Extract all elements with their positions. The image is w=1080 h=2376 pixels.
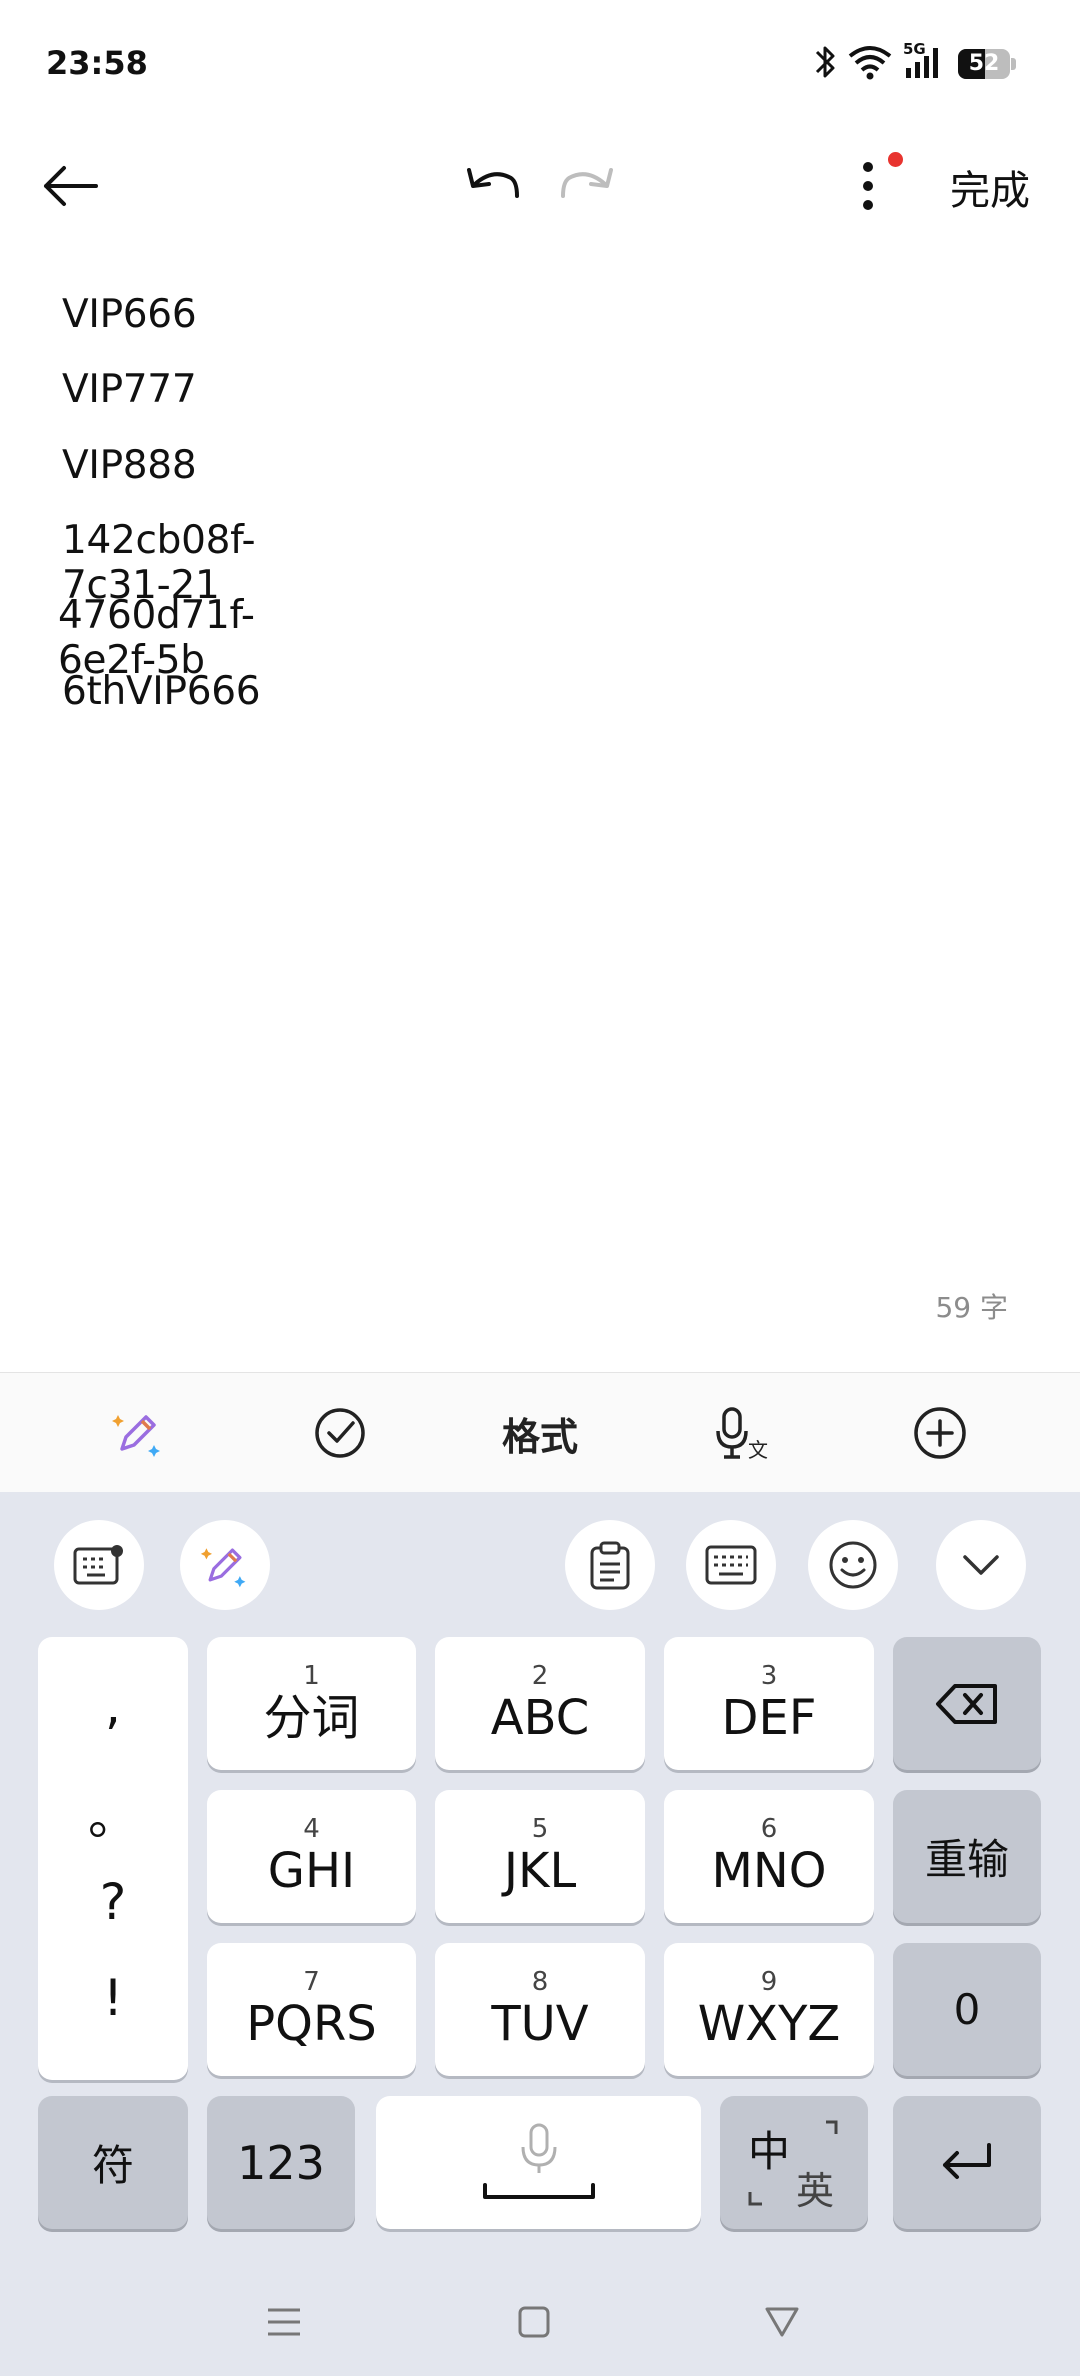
numbers-label: 123 xyxy=(237,2135,325,2190)
backspace-key[interactable] xyxy=(893,1637,1041,1770)
key-8[interactable]: 8 TUV xyxy=(435,1943,645,2076)
keyboard-settings-icon xyxy=(73,1545,123,1585)
battery-level: 52 xyxy=(968,51,1000,76)
editor-toolbar: 格式 文 xyxy=(0,1372,1080,1492)
key-label: MNO xyxy=(711,1842,827,1899)
nav-menu-button[interactable] xyxy=(244,2282,324,2362)
ai-assist-button[interactable] xyxy=(98,1373,178,1493)
key-number: 2 xyxy=(531,1660,549,1691)
language-switch-icon xyxy=(748,2120,838,2205)
key-number: 4 xyxy=(303,1813,320,1844)
key-2[interactable]: 2 ABC xyxy=(435,1637,645,1770)
enter-key[interactable] xyxy=(893,2096,1041,2229)
battery-icon: 52 xyxy=(958,49,1016,79)
key-number: 9 xyxy=(760,1966,778,1997)
wifi-icon xyxy=(848,46,892,80)
voice-to-text-button[interactable]: 文 xyxy=(700,1373,780,1493)
enter-icon xyxy=(943,2142,991,2179)
bluetooth-icon xyxy=(815,46,835,78)
key-label: PQRS xyxy=(246,1995,377,2052)
insert-button[interactable] xyxy=(900,1373,980,1493)
symbols-key[interactable]: 符 xyxy=(38,2096,188,2229)
note-line: VIP888 xyxy=(62,443,197,488)
keyboard-layout-icon xyxy=(705,1545,757,1585)
keyboard-layout-button[interactable] xyxy=(686,1520,776,1610)
back-arrow-icon xyxy=(44,166,98,206)
note-line: VIP777 xyxy=(62,367,197,412)
punct-exclamation[interactable]: ! xyxy=(38,1969,188,2027)
key-3[interactable]: 3 DEF xyxy=(664,1637,874,1770)
backspace-icon xyxy=(936,1683,997,1724)
key-label: 分词 xyxy=(263,1689,360,1746)
key-label: JKL xyxy=(503,1842,577,1899)
undo-icon xyxy=(467,168,519,198)
notification-dot xyxy=(888,152,903,167)
key-label: TUV xyxy=(491,1995,589,2052)
key-5[interactable]: 5 JKL xyxy=(435,1790,645,1923)
collapse-icon xyxy=(963,1555,999,1575)
back-button[interactable] xyxy=(30,150,110,222)
home-square-icon xyxy=(518,2306,550,2338)
clipboard-icon xyxy=(590,1541,630,1590)
emoji-button[interactable] xyxy=(808,1520,898,1610)
key-number: 5 xyxy=(531,1813,549,1844)
nav-home-button[interactable] xyxy=(494,2282,574,2362)
signal-icon xyxy=(906,48,938,78)
collapse-keyboard-button[interactable] xyxy=(936,1520,1026,1610)
checklist-icon xyxy=(315,1408,365,1458)
redo-icon xyxy=(561,168,613,198)
key-number: 6 xyxy=(760,1813,778,1844)
space-key[interactable] xyxy=(376,2096,701,2229)
note-line: VIP666 xyxy=(62,292,197,337)
punct-period[interactable]: 。 xyxy=(38,1777,188,1849)
key-1[interactable]: 1 分词 xyxy=(207,1637,416,1770)
undo-button[interactable] xyxy=(452,150,532,222)
key-4[interactable]: 4 GHI xyxy=(207,1790,416,1923)
nav-back-button[interactable] xyxy=(742,2282,822,2362)
key-number: 8 xyxy=(531,1966,549,1997)
zero-key[interactable]: 0 xyxy=(893,1943,1041,2076)
zero-label: 0 xyxy=(953,1985,981,2034)
format-label: 格式 xyxy=(501,1414,578,1459)
voice-to-text-icon: 文 xyxy=(716,1407,768,1462)
char-count: 59 字 xyxy=(935,1291,1008,1324)
key-6[interactable]: 6 MNO xyxy=(664,1790,874,1923)
format-button[interactable]: 格式 xyxy=(480,1373,600,1493)
more-vertical-icon xyxy=(863,162,873,210)
symbols-label: 符 xyxy=(91,2141,134,2190)
key-label: ABC xyxy=(490,1689,590,1746)
punct-question[interactable]: ? xyxy=(38,1873,188,1931)
ai-pen-icon xyxy=(200,1548,246,1588)
status-time: 23:58 xyxy=(46,44,148,82)
key-label: WXYZ xyxy=(697,1995,841,2052)
key-number: 1 xyxy=(303,1660,320,1691)
key-label: DEF xyxy=(721,1689,817,1746)
emoji-icon xyxy=(829,1541,877,1589)
svg-text:文: 文 xyxy=(748,1438,768,1462)
punct-comma[interactable]: , xyxy=(38,1677,188,1735)
checklist-button[interactable] xyxy=(300,1373,380,1493)
ai-pen-icon xyxy=(112,1415,160,1457)
clipboard-button[interactable] xyxy=(565,1520,655,1610)
note-line: 6thVIP666 xyxy=(62,669,261,714)
language-switch-key[interactable]: 中 英 xyxy=(720,2096,868,2229)
punctuation-column[interactable]: , 。 ? ! xyxy=(38,1637,188,2080)
keyboard-settings-button[interactable] xyxy=(54,1520,144,1610)
done-button[interactable]: 完成 xyxy=(950,158,1030,216)
key-9[interactable]: 9 WXYZ xyxy=(664,1943,874,2076)
keyboard-ai-button[interactable] xyxy=(180,1520,270,1610)
key-7[interactable]: 7 PQRS xyxy=(207,1943,416,2076)
redo-button[interactable] xyxy=(548,150,628,222)
key-label: GHI xyxy=(267,1842,356,1899)
reenter-key[interactable]: 重输 xyxy=(893,1790,1041,1923)
microphone-icon xyxy=(482,2123,595,2199)
reenter-label: 重输 xyxy=(924,1835,1009,1884)
menu-icon xyxy=(268,2308,300,2336)
numbers-key[interactable]: 123 xyxy=(207,2096,355,2229)
back-triangle-icon xyxy=(765,2307,799,2337)
key-number: 7 xyxy=(303,1966,320,1997)
add-circle-icon xyxy=(914,1407,966,1459)
key-number: 3 xyxy=(760,1660,778,1691)
